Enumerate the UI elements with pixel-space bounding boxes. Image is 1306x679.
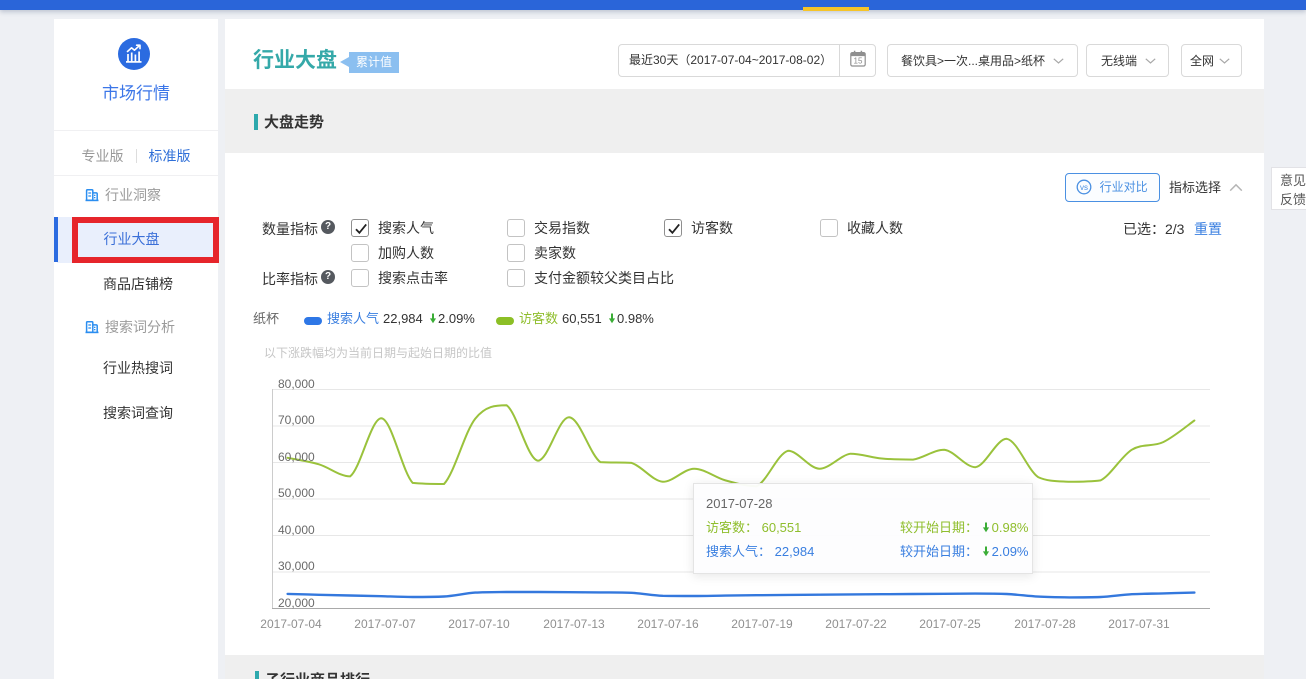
svg-text:vs: vs	[1080, 182, 1088, 191]
svg-text:15: 15	[853, 57, 862, 66]
